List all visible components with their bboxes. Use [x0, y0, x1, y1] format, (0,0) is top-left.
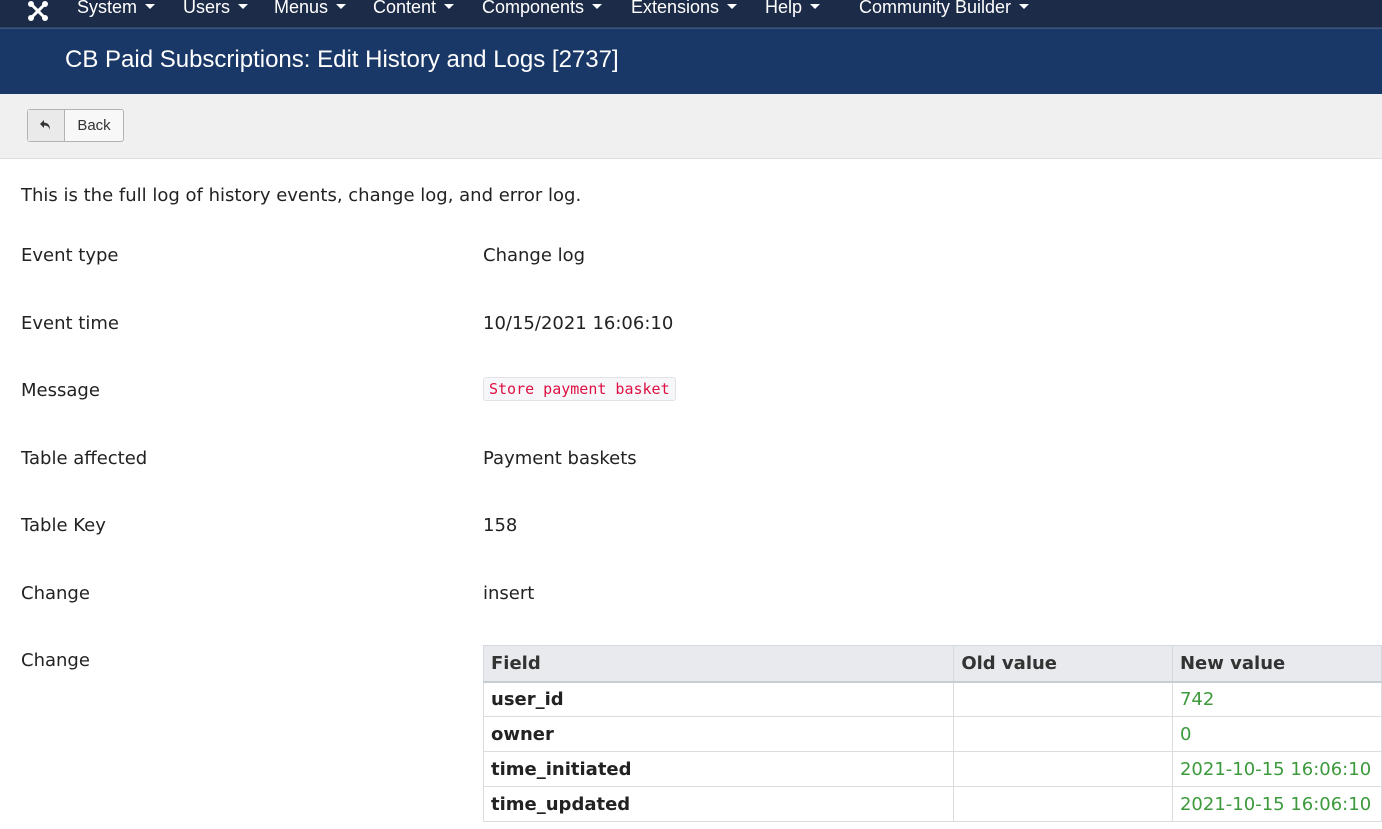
change-value: insert — [483, 583, 535, 604]
cell-old-value — [953, 786, 1173, 822]
event-time-label: Event time — [21, 313, 119, 334]
nav-label: Menus — [274, 0, 329, 17]
cell-old-value — [953, 716, 1173, 752]
nav-help[interactable]: Help — [765, 0, 821, 25]
nav-label: Help — [765, 0, 803, 17]
caret-down-icon — [810, 3, 821, 9]
intro-text: This is the full log of history events, … — [21, 185, 582, 206]
table-affected-label: Table affected — [21, 448, 148, 469]
cell-new-value: 2021-10-15 16:06:10 — [1171, 751, 1382, 787]
caret-down-icon — [592, 3, 603, 9]
joomla-logo-icon[interactable] — [27, 0, 49, 22]
cell-new-value: 0 — [1171, 716, 1382, 752]
main-content: This is the full log of history events, … — [0, 159, 1382, 829]
nav-label: Users — [183, 0, 231, 17]
back-arrow-icon — [28, 110, 65, 141]
caret-down-icon — [727, 3, 738, 9]
nav-label: System — [77, 0, 138, 17]
table-affected-value: Payment baskets — [483, 448, 637, 469]
cell-field: owner — [482, 716, 955, 752]
table-row: user_id 742 — [482, 681, 1382, 717]
nav-label: Content — [373, 0, 437, 17]
change-details-label: Change — [21, 650, 90, 671]
table-row: time_initiated 2021-10-15 16:06:10 — [482, 751, 1382, 787]
nav-label: Extensions — [631, 0, 720, 17]
cell-old-value — [953, 751, 1173, 787]
message-code: Store payment basket — [483, 377, 676, 401]
cell-field: user_id — [482, 681, 955, 717]
changes-table: Field Old value New value user_id 742 ow… — [482, 645, 1382, 822]
table-row: owner 0 — [482, 716, 1382, 752]
back-button-label: Back — [77, 117, 111, 134]
nav-menus[interactable]: Menus — [274, 0, 347, 25]
cell-old-value — [953, 681, 1173, 717]
page-header: CB Paid Subscriptions: Edit History and … — [0, 28, 1382, 94]
change-label: Change — [21, 583, 90, 604]
caret-down-icon — [444, 3, 455, 9]
nav-community-builder[interactable]: Community Builder — [859, 0, 1030, 25]
nav-extensions[interactable]: Extensions — [631, 0, 738, 25]
nav-users[interactable]: Users — [183, 0, 249, 25]
caret-down-icon — [145, 3, 156, 9]
page-title: CB Paid Subscriptions: Edit History and … — [65, 46, 619, 73]
table-header-row: Field Old value New value — [482, 645, 1382, 683]
cell-field: time_updated — [482, 786, 955, 822]
header-field: Field — [482, 645, 955, 683]
cell-field: time_initiated — [482, 751, 955, 787]
header-new-value: New value — [1171, 645, 1382, 683]
cell-new-value: 742 — [1171, 681, 1382, 717]
event-time-value: 10/15/2021 16:06:10 — [483, 313, 674, 334]
top-navbar: System Users Menus Content Components Ex… — [0, 0, 1382, 28]
event-type-value: Change log — [483, 245, 586, 266]
caret-down-icon — [336, 3, 347, 9]
caret-down-icon — [238, 3, 249, 9]
event-type-label: Event type — [21, 245, 119, 266]
cell-new-value: 2021-10-15 16:06:10 — [1171, 786, 1382, 822]
back-button[interactable]: Back — [27, 109, 124, 142]
caret-down-icon — [1019, 3, 1030, 9]
header-old-value: Old value — [953, 645, 1173, 683]
table-row: time_updated 2021-10-15 16:06:10 — [482, 786, 1382, 822]
message-label: Message — [21, 380, 100, 401]
table-key-value: 158 — [483, 515, 518, 536]
table-key-label: Table Key — [21, 515, 106, 536]
nav-label: Community Builder — [859, 0, 1012, 17]
nav-label: Components — [482, 0, 585, 17]
nav-content[interactable]: Content — [373, 0, 455, 25]
nav-components[interactable]: Components — [482, 0, 603, 25]
nav-system[interactable]: System — [77, 0, 156, 25]
toolbar: Back — [0, 94, 1382, 159]
message-value: Store payment basket — [483, 377, 676, 401]
